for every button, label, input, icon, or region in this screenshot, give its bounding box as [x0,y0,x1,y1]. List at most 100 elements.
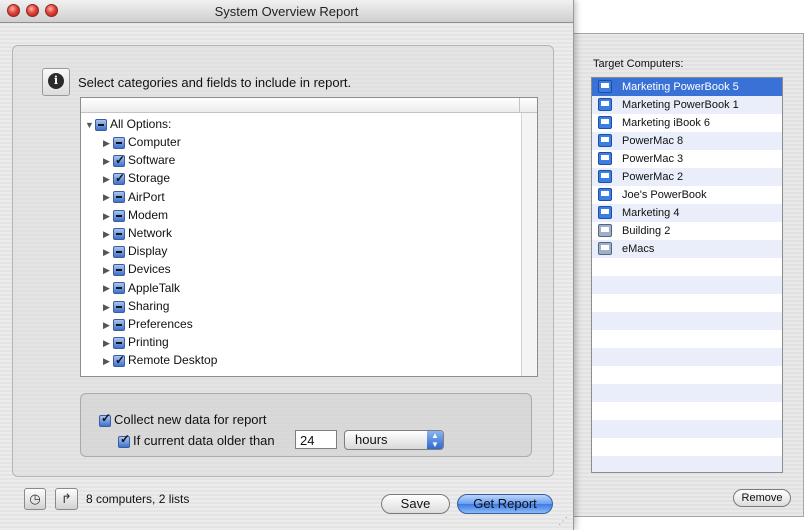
tree-scrollbar[interactable] [521,113,537,376]
tree-item-row[interactable]: ▶ Preferences [103,315,193,333]
category-label: AirPort [128,189,165,204]
category-label: Display [128,244,168,259]
collect-new-data-checkbox[interactable] [99,411,111,427]
computer-list-item[interactable]: Marketing PowerBook 5 [592,78,782,96]
category-label: Remote Desktop [128,353,218,368]
disclosure-triangle-icon[interactable]: ▶ [103,152,113,170]
computer-list-item[interactable]: Marketing 4 [592,204,782,222]
computer-name: Marketing 4 [622,207,680,219]
disclosure-triangle-open-icon[interactable]: ▼ [85,116,95,134]
category-checkbox[interactable] [113,337,125,350]
window-title: System Overview Report [214,4,359,19]
tree-item-row[interactable]: ▶ Remote Desktop [103,351,217,369]
computer-list-item[interactable]: PowerMac 8 [592,132,782,150]
category-checkbox[interactable] [113,264,125,277]
disclosure-triangle-icon[interactable]: ▶ [103,298,113,316]
computer-name: Building 2 [622,225,671,237]
target-computers-title: Target Computers: [593,58,684,70]
report-window: System Overview Report i Select categori… [0,0,574,530]
category-tree[interactable]: ▼ All Options: ▶ Computer ▶ Software ▶ Storage… [80,97,538,377]
category-label: Devices [128,262,171,277]
category-checkbox[interactable] [113,209,125,222]
category-label: Network [128,226,173,240]
disclosure-triangle-icon[interactable]: ▶ [103,352,113,370]
title-bar[interactable]: System Overview Report [0,0,573,23]
category-label: Software [128,153,176,168]
category-checkbox[interactable] [113,151,125,169]
computer-name: PowerMac 8 [622,135,684,147]
computer-list-item[interactable]: Marketing iBook 6 [592,114,782,132]
category-checkbox[interactable] [113,300,125,313]
category-checkbox[interactable] [113,227,125,240]
computer-list-item[interactable]: Marketing PowerBook 1 [592,96,782,114]
save-button[interactable]: Save [381,494,450,514]
disclosure-triangle-icon[interactable]: ▶ [103,134,113,152]
computer-list-group-icon [598,242,612,255]
target-computers-list[interactable]: Marketing PowerBook 5 Marketing PowerBook… [591,77,783,473]
root-checkbox[interactable] [95,118,107,131]
disclosure-triangle-icon[interactable]: ▶ [103,225,113,243]
category-checkbox[interactable] [113,191,125,204]
disclosure-triangle-icon[interactable]: ▶ [103,188,113,206]
tree-root-row[interactable]: ▼ All Options: [85,115,171,133]
age-value-input[interactable]: 24 [295,430,337,449]
category-checkbox[interactable] [113,169,125,187]
disclosure-triangle-icon[interactable]: ▶ [103,334,113,352]
older-than-row[interactable]: If current data older than [118,432,275,448]
tree-item-row[interactable]: ▶ Network [103,224,172,242]
category-checkbox[interactable] [113,351,125,369]
computer-icon [598,116,612,129]
category-checkbox[interactable] [113,246,125,259]
disclosure-triangle-icon[interactable]: ▶ [103,279,113,297]
remove-button[interactable]: Remove [733,489,791,507]
root-label: All Options: [110,117,172,131]
computer-icon [598,206,612,219]
instruction-text: Select categories and fields to include … [78,75,352,90]
schedule-clock-button[interactable]: ◷ [24,488,46,510]
category-checkbox[interactable] [113,318,125,331]
target-status-text: 8 computers, 2 lists [86,492,190,506]
tree-item-row[interactable]: ▶ Devices [103,260,171,278]
get-report-button[interactable]: Get Report [457,494,553,514]
computer-list-item[interactable]: PowerMac 2 [592,168,782,186]
older-than-checkbox[interactable] [118,432,130,448]
disclosure-triangle-icon[interactable]: ▶ [103,316,113,334]
computer-name: Marketing iBook 6 [622,117,711,129]
computer-icon [598,170,612,183]
tree-item-row[interactable]: ▶ Computer [103,133,181,151]
computer-list-group-icon [598,224,612,237]
disclosure-triangle-icon[interactable]: ▶ [103,207,113,225]
computer-list-item[interactable]: PowerMac 3 [592,150,782,168]
category-label: Storage [128,171,171,186]
category-checkbox[interactable] [113,282,125,295]
category-label: Printing [128,335,169,350]
computer-name: PowerMac 3 [622,153,684,165]
category-checkbox[interactable] [113,136,125,149]
computer-list-item[interactable]: Building 2 [592,222,782,240]
time-unit-popup[interactable]: hours ▲ ▼ [344,430,444,450]
info-icon: i [42,68,70,96]
tree-item-row[interactable]: ▶ Modem [103,206,168,224]
tree-item-row[interactable]: ▶ AppleTalk [103,279,180,297]
tree-item-row[interactable]: ▶ Sharing [103,297,169,315]
popup-arrows-icon: ▲ ▼ [427,431,443,449]
disclosure-triangle-icon[interactable]: ▶ [103,261,113,279]
save-task-button[interactable]: ↱ [55,488,78,510]
tree-item-row[interactable]: ▶ Printing [103,333,169,351]
computer-list-item[interactable]: Joe's PowerBook [592,186,782,204]
resize-grip-icon[interactable]: ⋰ [558,516,570,528]
task-arrow-icon: ↱ [61,491,72,506]
disclosure-triangle-icon[interactable]: ▶ [103,243,113,261]
computer-name: Marketing PowerBook 1 [622,99,739,111]
computer-icon [598,98,612,111]
tree-item-row[interactable]: ▶ Display [103,242,167,260]
tree-item-row[interactable]: ▶ Storage [103,169,170,187]
tree-item-row[interactable]: ▶ AirPort [103,188,165,206]
tree-item-row[interactable]: ▶ Software [103,151,175,169]
tree-header [81,98,537,113]
info-glyph: i [48,73,64,89]
disclosure-triangle-icon[interactable]: ▶ [103,170,113,188]
computer-list-item[interactable]: eMacs [592,240,782,258]
collect-new-data-row[interactable]: Collect new data for report [99,411,266,427]
computer-name: Joe's PowerBook [622,189,707,201]
